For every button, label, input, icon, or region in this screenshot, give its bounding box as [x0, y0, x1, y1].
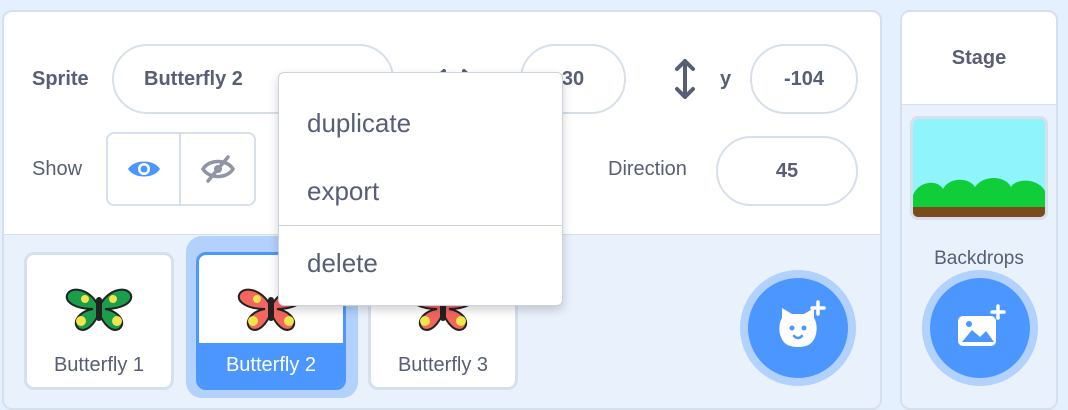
direction-input[interactable]: 45: [716, 136, 858, 206]
add-sprite-button[interactable]: [748, 278, 848, 378]
eye-slash-icon: [200, 155, 235, 183]
show-label: Show: [32, 158, 83, 180]
menu-divider: [279, 225, 562, 226]
backdrops-label: Backdrops: [934, 248, 1024, 269]
direction-label: Direction: [608, 158, 687, 180]
sprite-tile-label: Butterfly 3: [397, 353, 489, 376]
stage-title-text: Stage: [951, 46, 1007, 69]
cat-plus-icon: [779, 300, 826, 347]
stage-title[interactable]: Stage: [902, 12, 1056, 105]
sprite-label: Sprite: [32, 68, 89, 90]
sprite-context-menu: duplicate export delete: [278, 72, 563, 306]
stage-thumbnail[interactable]: [910, 116, 1048, 220]
direction-value: 45: [775, 159, 799, 182]
hide-sprite-button[interactable]: [181, 132, 256, 206]
sprite-tile-butterfly-1[interactable]: Butterfly 1: [24, 252, 174, 390]
eye-icon: [127, 161, 160, 177]
backdrop-thumbnail-image: [913, 119, 1045, 217]
sprite-name-value: Butterfly 2: [144, 67, 243, 90]
menu-item-delete[interactable]: delete: [279, 233, 562, 293]
y-label: y: [720, 68, 732, 90]
up-down-arrow-icon: [672, 58, 698, 100]
add-backdrop-button[interactable]: [930, 278, 1030, 378]
sprite-tile-label: Butterfly 2: [199, 343, 343, 387]
stage-pane: Stage Backdrops: [900, 10, 1058, 410]
menu-item-duplicate[interactable]: duplicate: [279, 93, 562, 153]
y-position-value: -104: [783, 67, 825, 90]
image-plus-icon: [958, 304, 1006, 346]
menu-item-export[interactable]: export: [279, 161, 562, 221]
show-sprite-button[interactable]: [106, 132, 181, 206]
y-position-input[interactable]: -104: [750, 44, 858, 114]
sprite-tile-label: Butterfly 1: [53, 353, 145, 376]
x-position-value: 30: [561, 67, 585, 90]
